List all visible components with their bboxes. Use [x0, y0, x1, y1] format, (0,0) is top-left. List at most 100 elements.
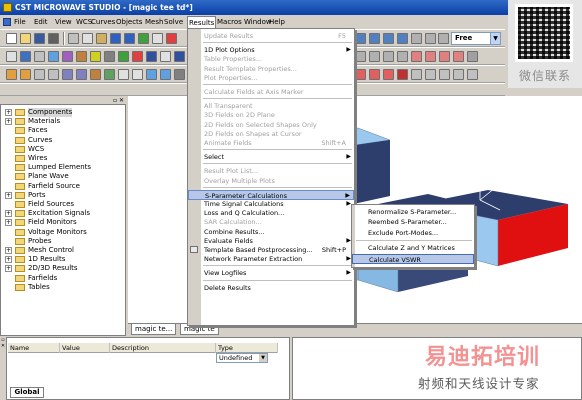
- sphere-icon[interactable]: [62, 51, 73, 62]
- pick-center-icon[interactable]: [453, 51, 464, 62]
- menu-mesh[interactable]: Mesh: [144, 15, 164, 29]
- view-options-icon[interactable]: [438, 33, 449, 44]
- grid-icon[interactable]: [6, 51, 17, 62]
- column-description[interactable]: Description: [110, 343, 216, 353]
- rotate-wcs-icon[interactable]: [453, 69, 464, 80]
- global-wcs-icon[interactable]: [467, 69, 478, 80]
- expand-icon[interactable]: +: [5, 118, 12, 126]
- menu-file[interactable]: File: [13, 15, 27, 29]
- column-type[interactable]: Type: [216, 343, 278, 353]
- local-wcs-icon[interactable]: [411, 69, 422, 80]
- parameter-type-combo[interactable]: Undefined ▼: [216, 353, 268, 363]
- parameter-panel-strip[interactable]: ▫ ✕: [0, 337, 7, 400]
- shape-tool-5-icon[interactable]: [62, 69, 73, 80]
- shape-tool-2-icon[interactable]: [20, 69, 31, 80]
- extrude-icon[interactable]: [118, 51, 129, 62]
- transform-icon[interactable]: [355, 69, 366, 80]
- tab-global[interactable]: Global: [10, 387, 44, 398]
- shape-tool-1-icon[interactable]: [6, 69, 17, 80]
- expand-icon[interactable]: +: [5, 191, 12, 199]
- tab-magic-tee-1[interactable]: magic te...: [131, 324, 177, 335]
- delete-shape-icon[interactable]: [397, 69, 408, 80]
- open-icon[interactable]: [20, 33, 31, 44]
- sparameter-menu-item[interactable]: Exclude Port-Modes...: [352, 228, 474, 238]
- start-simulation-icon[interactable]: [138, 33, 149, 44]
- menu-objects[interactable]: Objects: [115, 15, 143, 29]
- material-icon[interactable]: [146, 51, 157, 62]
- results-menu-item[interactable]: Network Parameter Extraction ▶: [188, 254, 354, 264]
- menu-view[interactable]: View: [54, 15, 73, 29]
- shape-tool-6-icon[interactable]: [76, 69, 87, 80]
- align-icon[interactable]: [369, 69, 380, 80]
- save-icon[interactable]: [34, 33, 45, 44]
- print-icon[interactable]: [48, 33, 59, 44]
- view-mode-combo[interactable]: Free ▼: [451, 32, 501, 45]
- bool-subtract-icon[interactable]: [369, 51, 380, 62]
- sparameter-menu-item[interactable]: Renormalize S-Parameter...: [352, 207, 474, 217]
- copy-icon[interactable]: [82, 33, 93, 44]
- shape-tool-12-icon[interactable]: [160, 69, 171, 80]
- shape-tool-10-icon[interactable]: [132, 69, 143, 80]
- chevron-down-icon[interactable]: ▼: [259, 354, 267, 362]
- rotate-icon[interactable]: [383, 33, 394, 44]
- cut-icon[interactable]: [68, 33, 79, 44]
- expand-icon[interactable]: +: [5, 256, 12, 264]
- select-icon[interactable]: [34, 51, 45, 62]
- redo-icon[interactable]: [124, 33, 135, 44]
- cylinder-icon[interactable]: [76, 51, 87, 62]
- expand-icon[interactable]: +: [5, 219, 12, 227]
- torus-icon[interactable]: [104, 51, 115, 62]
- bool-intersect-icon[interactable]: [383, 51, 394, 62]
- shape-tool-4-icon[interactable]: [48, 69, 59, 80]
- clear-picks-icon[interactable]: [467, 51, 478, 62]
- symmetry-icon[interactable]: [174, 51, 185, 62]
- shape-tool-13-icon[interactable]: [174, 69, 185, 80]
- chevron-down-icon[interactable]: ▼: [490, 33, 500, 44]
- paste-icon[interactable]: [96, 33, 107, 44]
- cone-icon[interactable]: [90, 51, 101, 62]
- menu-solve[interactable]: Solve: [163, 15, 184, 29]
- port-icon[interactable]: [132, 51, 143, 62]
- menu-macros[interactable]: Macros: [216, 15, 243, 29]
- new-icon[interactable]: [6, 33, 17, 44]
- menu-help[interactable]: Help: [268, 15, 286, 29]
- pick-edge-icon[interactable]: [425, 51, 436, 62]
- expand-icon[interactable]: +: [5, 247, 12, 254]
- shape-tool-11-icon[interactable]: [146, 69, 157, 80]
- pick-face-icon[interactable]: [439, 51, 450, 62]
- tree-panel-buttons[interactable]: ▫ ✕: [113, 97, 124, 104]
- column-name[interactable]: Name: [8, 343, 60, 353]
- expand-icon[interactable]: +: [5, 265, 12, 273]
- bool-add-icon[interactable]: [355, 51, 366, 62]
- rotate-view-icon[interactable]: [397, 33, 408, 44]
- zoom-icon[interactable]: [355, 33, 366, 44]
- mirror-icon[interactable]: [383, 69, 394, 80]
- undo-icon[interactable]: [110, 33, 121, 44]
- reset-view-icon[interactable]: [411, 33, 422, 44]
- shape-tool-8-icon[interactable]: [104, 69, 115, 80]
- sparameter-menu-item[interactable]: Calculate Z and Y Matrices: [352, 243, 474, 253]
- bool-insert-icon[interactable]: [397, 51, 408, 62]
- sparameter-menu-item[interactable]: Calculate VSWR: [352, 253, 474, 264]
- brick-icon[interactable]: [48, 51, 59, 62]
- shape-tool-9-icon[interactable]: [118, 69, 129, 80]
- expand-icon[interactable]: +: [5, 109, 12, 116]
- fit-view-icon[interactable]: [425, 33, 436, 44]
- menu-curves[interactable]: Curves: [90, 15, 116, 29]
- sparameter-menu-item[interactable]: Reembed S-Parameter...: [352, 217, 474, 227]
- expand-icon[interactable]: +: [5, 210, 12, 218]
- align-wcs-icon[interactable]: [425, 69, 436, 80]
- boundary-icon[interactable]: [160, 51, 171, 62]
- pan-icon[interactable]: [369, 33, 380, 44]
- results-menu-item[interactable]: View Logfiles ▶: [188, 268, 354, 278]
- results-menu-item[interactable]: Delete Results: [188, 283, 354, 293]
- move-wcs-icon[interactable]: [439, 69, 450, 80]
- pick-point-icon[interactable]: [411, 51, 422, 62]
- stop-icon[interactable]: [166, 33, 177, 44]
- shape-tool-7-icon[interactable]: [90, 69, 101, 80]
- properties-icon[interactable]: [152, 33, 163, 44]
- results-menu-item[interactable]: Select ▶: [188, 152, 354, 162]
- column-value[interactable]: Value: [60, 343, 110, 353]
- wcs-icon[interactable]: [20, 51, 31, 62]
- shape-tool-3-icon[interactable]: [34, 69, 45, 80]
